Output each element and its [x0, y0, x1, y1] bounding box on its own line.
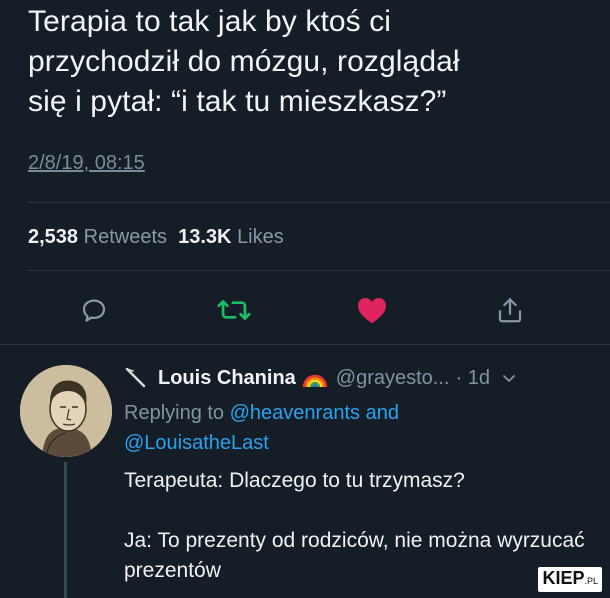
rainbow-emoji-icon [302, 374, 327, 388]
portrait-sketch-image [20, 365, 112, 457]
reply-text: Terapeuta: Dlaczego to tu trzymasz? Ja: … [124, 466, 594, 586]
divider [28, 202, 610, 203]
reply-age[interactable]: · 1d [455, 367, 489, 390]
thread-line [64, 462, 67, 598]
avatar[interactable] [20, 365, 112, 457]
retweet-button[interactable] [212, 290, 256, 330]
divider [28, 270, 610, 271]
reply-author-handle[interactable]: @grayesto... [336, 367, 450, 390]
tweet-text: Terapia to tak jak by ktoś ci przychodzi… [28, 2, 598, 122]
knife-emoji-icon [125, 367, 146, 388]
tweet-stats: 2,538 Retweets 13.3K Likes [28, 226, 284, 249]
share-icon [498, 298, 522, 323]
likes-label[interactable]: Likes [237, 226, 284, 248]
like-button[interactable] [350, 290, 394, 330]
tweet-actions-bar [0, 290, 610, 330]
watermark-suffix: .PL [584, 576, 598, 586]
mention-link[interactable]: @heavenrants [230, 402, 360, 424]
heart-icon [358, 298, 386, 324]
tweet-timestamp[interactable]: 2/8/19, 08:15 [28, 152, 145, 175]
replying-and-word: and [365, 402, 399, 424]
likes-count[interactable]: 13.3K [178, 226, 231, 248]
reply-header: Louis Chanina @grayesto... · 1d [124, 366, 518, 390]
mention-link[interactable]: @LouisatheLast [124, 432, 269, 454]
tweet-text-line: Terapia to tak jak by ktoś ci [28, 5, 392, 38]
retweets-label[interactable]: Retweets [84, 226, 167, 248]
retweet-icon [217, 300, 251, 320]
retweets-count[interactable]: 2,538 [28, 226, 78, 248]
watermark-text: KIEP [542, 568, 585, 588]
reply-button[interactable] [72, 290, 116, 330]
tweet-text-line: się i pytał: “i tak tu mieszkasz?” [28, 85, 447, 118]
reply-text-line: Ja: To prezenty od rodziców, nie można w… [124, 529, 585, 582]
replying-to: Replying to @heavenrants and @LouisatheL… [124, 398, 594, 458]
chevron-down-icon[interactable] [500, 369, 518, 387]
tweet-text-line: przychodził do mózgu, rozglądał [28, 45, 460, 78]
reply-author-name[interactable]: Louis Chanina [158, 367, 296, 390]
replying-to-label: Replying to [124, 402, 225, 424]
divider [0, 344, 610, 345]
watermark-logo: KIEP.PL [538, 567, 602, 592]
speech-bubble-icon [82, 299, 106, 322]
share-button[interactable] [488, 290, 532, 330]
reply-text-line: Terapeuta: Dlaczego to tu trzymasz? [124, 469, 465, 492]
